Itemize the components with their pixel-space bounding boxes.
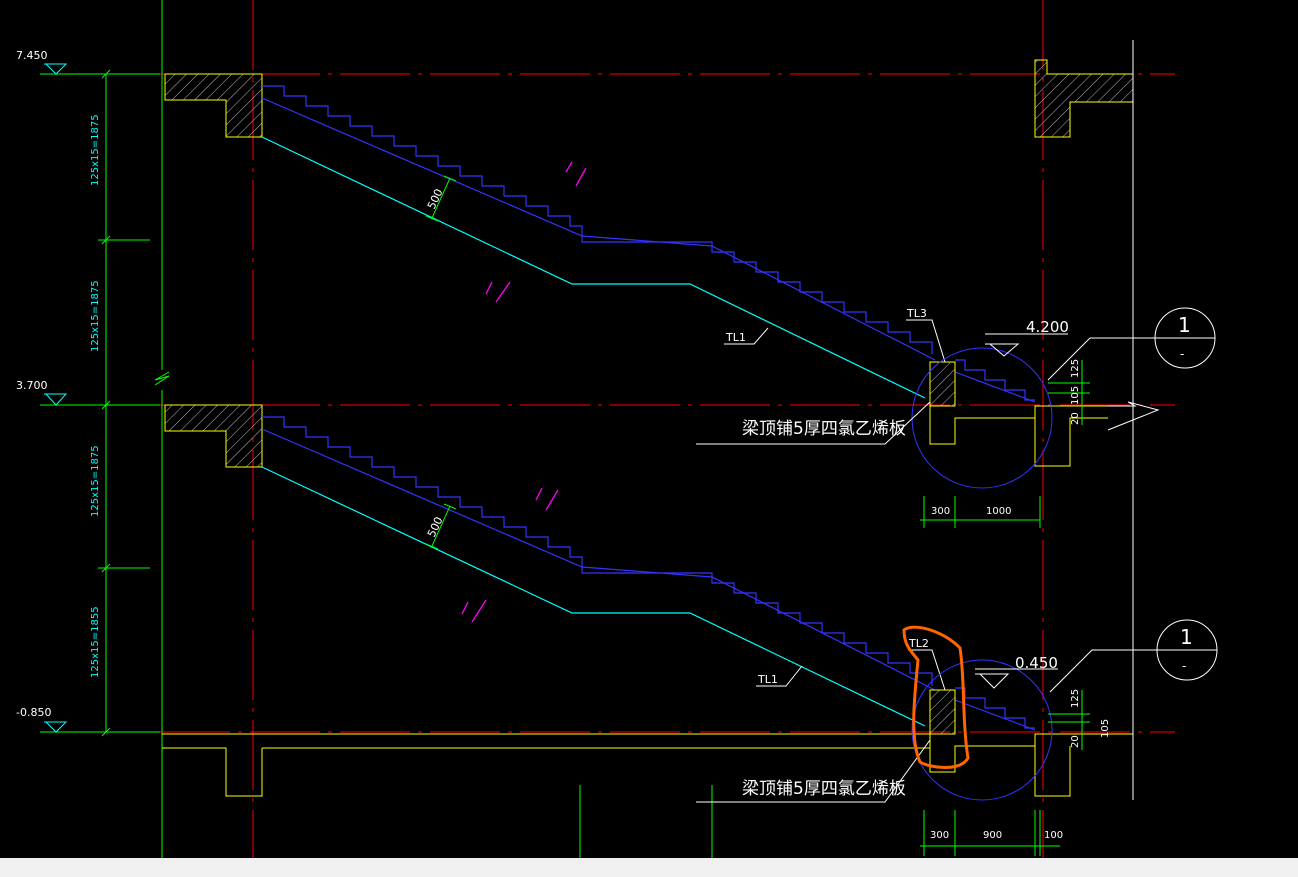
slab-soffit-lower (261, 466, 926, 727)
dim-lower-105: 105 (1100, 719, 1111, 738)
dim-lower-125: 125 (1070, 689, 1081, 708)
elevation-markers (44, 63, 68, 733)
elevation-bottom-label: -0.850 (16, 706, 51, 719)
landing-elevation-upper: 4.200 (1026, 318, 1069, 336)
beam-label-tl1-lower: TL1 (757, 673, 778, 686)
landing-slab-lower (162, 733, 1133, 797)
dim-upper-105: 105 (1070, 386, 1081, 405)
section-mark-upper-den: - (1180, 347, 1184, 361)
section-mark-upper-num: 1 (1178, 313, 1191, 337)
dim-lower-300: 300 (930, 830, 949, 841)
dim-lower-20: 20 (1070, 735, 1081, 748)
dimension-chain (40, 0, 713, 858)
dim-upper-20: 20 (1070, 412, 1081, 425)
section-mark-lower-den: - (1182, 659, 1186, 673)
slab-thickness-upper: 500 (425, 187, 446, 212)
section-mark-lower-num: 1 (1180, 625, 1193, 649)
dim-upper-125: 125 (1070, 359, 1081, 378)
elevation-mid-label: 3.700 (16, 379, 48, 392)
dim-upper-1000: 1000 (986, 506, 1011, 517)
beam-label-tl2: TL2 (908, 637, 929, 650)
dim-flight-1: 125x15=1875 (90, 114, 101, 186)
note-lower: 梁顶铺5厚四氯乙烯板 (742, 779, 906, 799)
beam-tl2 (929, 689, 956, 735)
left-beam-mid (164, 404, 263, 468)
dim-flight-4: 125x15=1855 (90, 606, 101, 678)
right-top-beam (1034, 59, 1134, 138)
beam-label-tl3: TL3 (906, 307, 927, 320)
dim-upper-300: 300 (931, 506, 950, 517)
axis-lines (160, 0, 1175, 858)
cad-drawing-canvas[interactable]: 7.450 3.700 -0.850 125x15=1875 125x15=18… (0, 0, 1298, 858)
note-upper: 梁顶铺5厚四氯乙烯板 (742, 419, 906, 439)
landing-slab-upper (929, 405, 1133, 467)
landing-stairs-lower (954, 687, 1036, 731)
slab-soffit-upper (261, 136, 926, 399)
landing-stairs-upper (954, 359, 1036, 403)
left-beam-upper (164, 73, 263, 138)
dim-lower-100: 100 (1044, 830, 1063, 841)
stair-steps-upper (261, 85, 936, 361)
break-marks (461, 161, 587, 623)
elevation-top-label: 7.450 (16, 49, 48, 62)
dim-lower-900: 900 (983, 830, 1002, 841)
stair-steps-lower (261, 416, 936, 691)
beam-tl3 (929, 361, 956, 407)
beam-label-tl1-upper: TL1 (725, 331, 746, 344)
landing-elevation-lower: 0.450 (1015, 654, 1058, 672)
slab-thickness-lower: 500 (425, 515, 446, 540)
status-bar (0, 858, 1298, 877)
dim-flight-3: 125x15=1875 (90, 445, 101, 517)
dim-flight-2: 125x15=1875 (90, 280, 101, 352)
